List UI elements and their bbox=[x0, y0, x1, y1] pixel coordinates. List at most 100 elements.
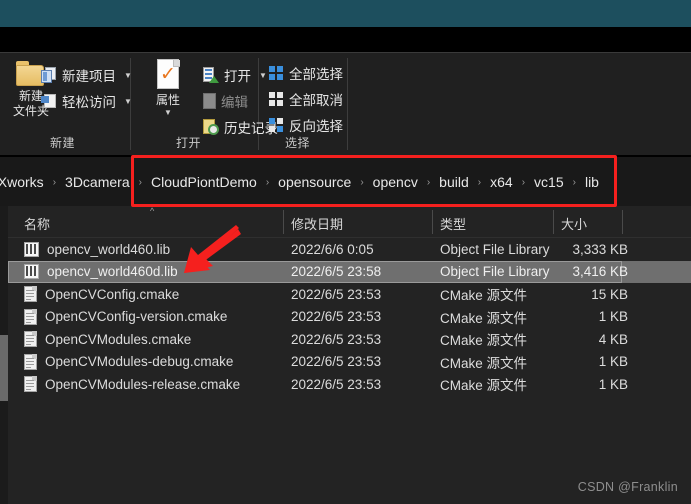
easy-access-button[interactable]: 轻松访问 ▼ bbox=[41, 91, 132, 111]
breadcrumb-item-x64[interactable]: x64 bbox=[488, 174, 515, 190]
breadcrumb-item-cloudpiontdemo[interactable]: CloudPiontDemo bbox=[149, 174, 259, 190]
table-row[interactable]: OpenCVConfig-version.cmake 2022/6/5 23:53… bbox=[8, 306, 691, 329]
invert-selection-label: 反向选择 bbox=[289, 119, 343, 134]
invert-selection-button[interactable]: 反向选择 bbox=[269, 115, 343, 135]
cell-date: 2022/6/5 23:53 bbox=[291, 354, 382, 370]
table-row[interactable]: OpenCVModules.cmake 2022/6/5 23:53 CMake 源… bbox=[8, 328, 691, 351]
column-header-type[interactable]: 类型 bbox=[440, 214, 466, 233]
select-none-icon bbox=[269, 91, 284, 107]
ribbon-group-label-new: 新建 bbox=[50, 136, 76, 150]
window-menu-band bbox=[0, 27, 691, 52]
column-header-date[interactable]: 修改日期 bbox=[291, 214, 343, 233]
column-header-name[interactable]: 名称 bbox=[24, 214, 50, 233]
edit-button[interactable]: 编辑 bbox=[203, 91, 248, 111]
table-row[interactable]: opencv_world460d.lib 2022/6/5 23:58 Object… bbox=[8, 260, 691, 283]
cmake-file-icon bbox=[24, 353, 37, 370]
cmake-file-icon bbox=[24, 376, 37, 393]
chevron-down-icon[interactable]: ▼ bbox=[259, 71, 267, 80]
chevron-down-icon[interactable]: ▼ bbox=[142, 108, 194, 117]
ribbon-group-label-select: 选择 bbox=[285, 136, 311, 150]
table-row[interactable]: opencv_world460.lib 2022/6/6 0:05 Object F… bbox=[8, 238, 691, 261]
breadcrumb-item-opensource[interactable]: opensource bbox=[276, 174, 353, 190]
cell-size: 1 KB bbox=[598, 354, 628, 370]
sort-ascending-icon: ^ bbox=[150, 206, 155, 216]
breadcrumb-item-opencv[interactable]: opencv bbox=[371, 174, 420, 190]
file-name-label: OpenCVModules-debug.cmake bbox=[45, 354, 234, 370]
table-row[interactable]: OpenCVConfig.cmake 2022/6/5 23:53 CMake 源文… bbox=[8, 283, 691, 306]
cell-size: 1 KB bbox=[598, 309, 628, 325]
properties-icon: ✓ bbox=[155, 59, 181, 91]
breadcrumb-item-nxworks[interactable]: nXworks bbox=[0, 174, 46, 190]
chevron-down-icon[interactable]: ▼ bbox=[124, 71, 132, 80]
new-item-button[interactable]: 新建项目 ▼ bbox=[41, 65, 132, 85]
easy-access-icon bbox=[41, 93, 57, 109]
select-all-button[interactable]: 全部选择 bbox=[269, 63, 343, 83]
edit-label: 编辑 bbox=[221, 95, 248, 110]
scrollbar-thumb[interactable] bbox=[0, 335, 8, 401]
lib-file-icon bbox=[24, 241, 39, 257]
cell-date: 2022/6/6 0:05 bbox=[291, 241, 374, 257]
column-header-row: 名称 ^ 修改日期 类型 大小 bbox=[8, 206, 691, 238]
select-all-label: 全部选择 bbox=[289, 67, 343, 82]
breadcrumb-separator: › bbox=[265, 176, 270, 188]
open-icon bbox=[203, 67, 219, 83]
open-label: 打开 bbox=[224, 69, 251, 84]
cell-size: 15 KB bbox=[591, 286, 628, 302]
lib-file-icon bbox=[24, 264, 39, 280]
window-title-band bbox=[0, 0, 691, 27]
cell-date: 2022/6/5 23:53 bbox=[291, 331, 382, 347]
file-name-label: OpenCVConfig.cmake bbox=[45, 286, 180, 302]
breadcrumb-separator: › bbox=[477, 176, 482, 188]
cell-size: 4 KB bbox=[598, 331, 628, 347]
cmake-file-icon bbox=[24, 286, 37, 303]
breadcrumb[interactable]: nXworks › 3Dcamera › CloudPiontDemo › opensour… bbox=[0, 169, 601, 195]
column-divider-2[interactable] bbox=[432, 210, 433, 234]
breadcrumb-separator: › bbox=[52, 176, 57, 188]
ribbon-toolbar: 新建 文件夹 新建项目 ▼ 轻松访问 ▼ 新建 ✓ 属性 ▼ 打开 ▼ 编辑 历… bbox=[0, 52, 691, 155]
cell-date: 2022/6/5 23:53 bbox=[291, 376, 382, 392]
cmake-file-icon bbox=[24, 331, 37, 348]
file-name-label: OpenCVConfig-version.cmake bbox=[45, 309, 228, 325]
ribbon-separator-3 bbox=[347, 58, 348, 150]
cell-name: opencv_world460.lib bbox=[24, 241, 171, 257]
breadcrumb-item-lib[interactable]: lib bbox=[583, 174, 601, 190]
cell-name: OpenCVModules-debug.cmake bbox=[24, 353, 234, 370]
file-name-label: opencv_world460d.lib bbox=[47, 264, 178, 280]
file-name-label: OpenCVModules.cmake bbox=[45, 331, 192, 347]
table-row[interactable]: OpenCVModules-debug.cmake 2022/6/5 23:53 C… bbox=[8, 351, 691, 374]
breadcrumb-item-vc15[interactable]: vc15 bbox=[532, 174, 566, 190]
column-header-size[interactable]: 大小 bbox=[561, 214, 587, 233]
cell-name: OpenCVConfig.cmake bbox=[24, 286, 180, 303]
cell-date: 2022/6/5 23:53 bbox=[291, 309, 382, 325]
column-divider-4[interactable] bbox=[622, 210, 623, 234]
column-divider-3[interactable] bbox=[553, 210, 554, 234]
file-name-label: opencv_world460.lib bbox=[47, 241, 171, 257]
file-name-label: OpenCVModules-release.cmake bbox=[45, 376, 241, 392]
breadcrumb-item-build[interactable]: build bbox=[437, 174, 471, 190]
cell-name: OpenCVModules-release.cmake bbox=[24, 376, 241, 393]
properties-button[interactable]: ✓ 属性 ▼ bbox=[142, 59, 194, 117]
file-rows-container: opencv_world460.lib 2022/6/6 0:05 Object F… bbox=[8, 238, 691, 396]
watermark-text: CSDN @Franklin bbox=[577, 480, 678, 494]
column-divider-1[interactable] bbox=[283, 210, 284, 234]
cell-size: 1 KB bbox=[598, 376, 628, 392]
ribbon-group-label-open: 打开 bbox=[176, 136, 202, 150]
breadcrumb-item-3dcamera[interactable]: 3Dcamera bbox=[63, 174, 132, 190]
new-item-icon bbox=[41, 67, 57, 83]
table-row[interactable]: OpenCVModules-release.cmake 2022/6/5 23:5… bbox=[8, 373, 691, 396]
easy-access-label: 轻松访问 bbox=[62, 95, 116, 110]
open-button[interactable]: 打开 ▼ bbox=[203, 65, 267, 85]
vertical-scrollbar[interactable] bbox=[0, 206, 8, 504]
select-all-icon bbox=[269, 65, 284, 81]
history-button[interactable]: 历史记录 bbox=[203, 117, 278, 137]
cell-name: OpenCVConfig-version.cmake bbox=[24, 308, 228, 325]
cell-date: 2022/6/5 23:58 bbox=[291, 264, 382, 280]
breadcrumb-separator: › bbox=[572, 176, 576, 188]
address-bar[interactable]: nXworks › 3Dcamera › CloudPiontDemo › opensour… bbox=[0, 157, 691, 206]
cell-name: OpenCVModules.cmake bbox=[24, 331, 192, 348]
file-list-pane: 名称 ^ 修改日期 类型 大小 opencv_world460.lib 2022/… bbox=[8, 206, 691, 504]
chevron-down-icon[interactable]: ▼ bbox=[124, 97, 132, 106]
breadcrumb-separator: › bbox=[521, 176, 526, 188]
select-none-button[interactable]: 全部取消 bbox=[269, 89, 343, 109]
breadcrumb-separator: › bbox=[138, 176, 142, 188]
